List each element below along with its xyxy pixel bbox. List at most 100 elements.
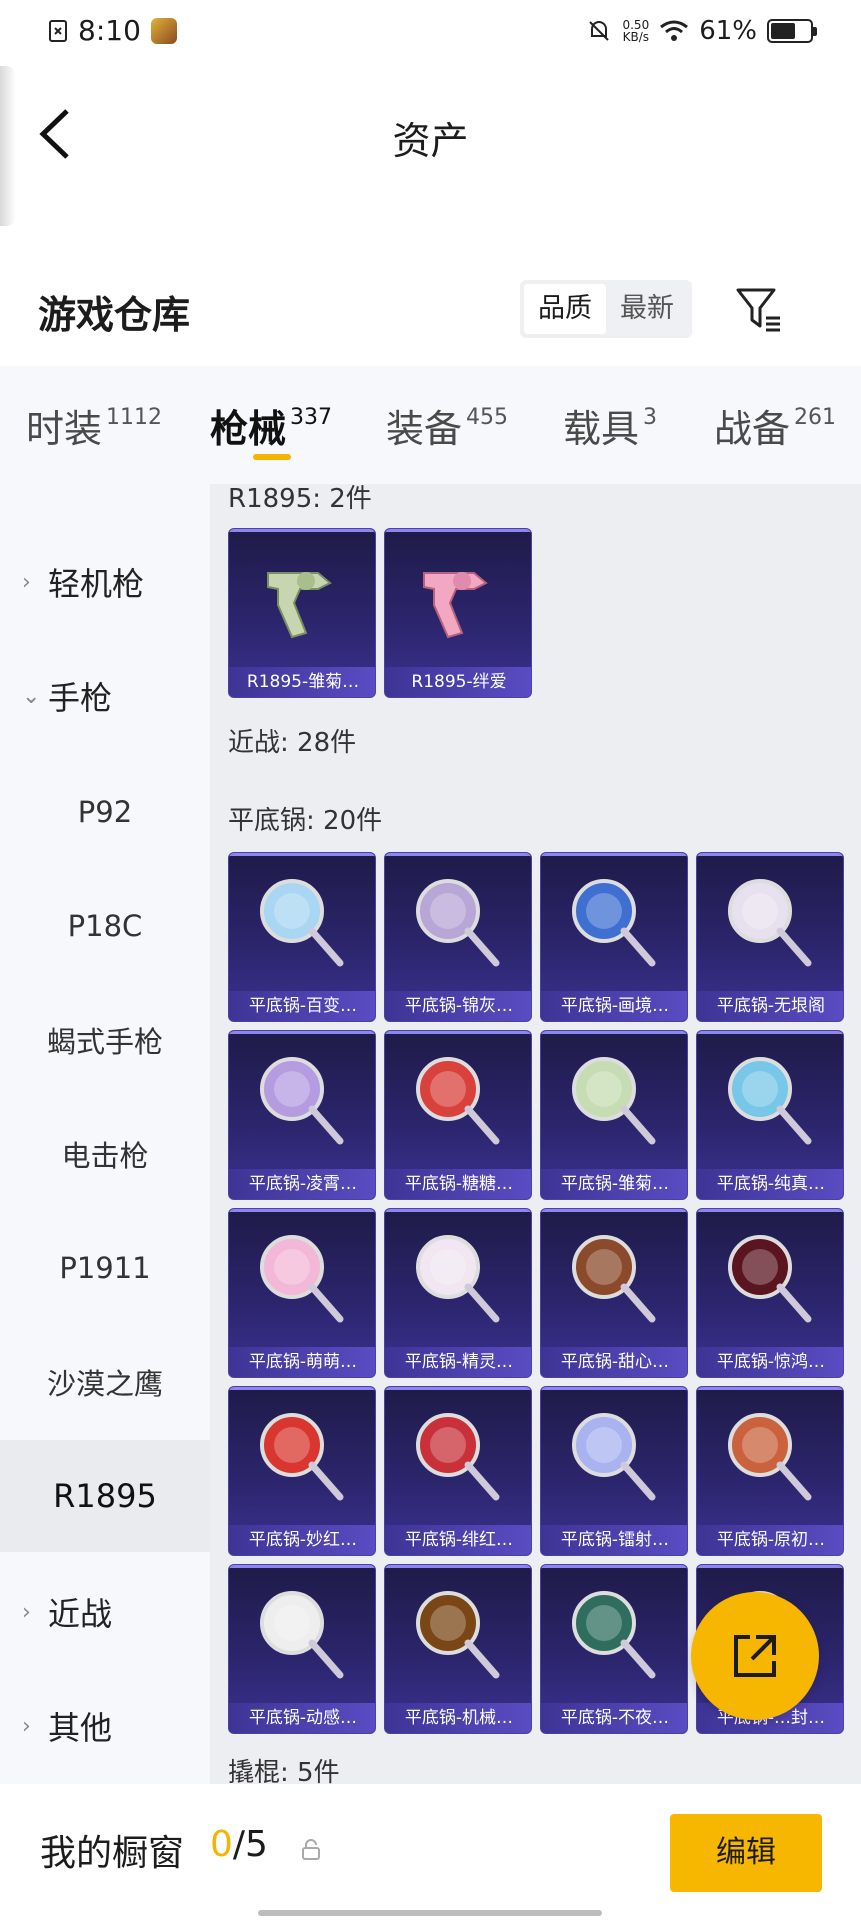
item-name: 平底锅-妙红… xyxy=(229,1525,375,1555)
mute-icon xyxy=(589,21,610,41)
filter-icon xyxy=(736,288,780,332)
item-card[interactable]: 平底锅-机械… xyxy=(384,1564,532,1734)
sidebar-item-p1911[interactable]: P1911 xyxy=(0,1212,210,1324)
tab-vehicles[interactable]: 载具 3 xyxy=(563,398,657,453)
weapon-category-sidebar: › 轻机枪 ⌄ 手枪 P92 P18C 蝎式手枪 电击枪 P1911 沙漠之鹰 R1… xyxy=(0,484,210,1784)
item-grid: R1895: 2件 R1895-雏菊… R1895-绊爱 近战: 28件 平底锅… xyxy=(210,484,861,1784)
item-name: 平底锅-原初… xyxy=(697,1525,843,1555)
tab-fashion[interactable]: 时装 1112 xyxy=(26,398,162,453)
sidebar-item-melee[interactable]: › 近战 xyxy=(0,1556,210,1668)
item-card[interactable]: 平底锅-锦灰… xyxy=(384,852,532,1022)
item-card[interactable]: 平底锅-原初… xyxy=(696,1386,844,1556)
item-card[interactable]: 平底锅-不夜… xyxy=(540,1564,688,1734)
group-label-melee: 近战: 28件 xyxy=(228,728,357,758)
frying-pan-icon xyxy=(697,1209,843,1347)
tab-label: 装备 xyxy=(386,407,463,451)
warehouse-title: 游戏仓库 xyxy=(38,293,191,337)
item-name: 平底锅-惊鸿… xyxy=(697,1347,843,1377)
item-card[interactable]: 平底锅-妙红… xyxy=(228,1386,376,1556)
item-card[interactable]: 平底锅-绯红… xyxy=(384,1386,532,1556)
sort-toggle[interactable]: 品质 最新 xyxy=(520,280,692,338)
page-title: 资产 xyxy=(392,119,469,163)
sidebar-item-lmg[interactable]: › 轻机枪 xyxy=(0,526,210,638)
item-card[interactable]: 平底锅-惊鸿… xyxy=(696,1208,844,1378)
item-card[interactable]: 平底锅-动感… xyxy=(228,1564,376,1734)
chevron-right-icon: › xyxy=(22,569,31,595)
sidebar-item-scorpion[interactable]: 蝎式手枪 xyxy=(0,984,210,1096)
sidebar-item-label: 近战 xyxy=(48,1595,113,1633)
chevron-right-icon: › xyxy=(22,1599,31,1625)
item-name: R1895-绊爱 xyxy=(385,667,531,697)
tab-count: 1112 xyxy=(106,405,163,430)
group-label-crowbar: 撬棍: 5件 xyxy=(228,1758,340,1784)
app-notification-icon xyxy=(150,17,177,44)
sidebar-item-p92[interactable]: P92 xyxy=(0,756,210,868)
sidebar-item-desert-eagle[interactable]: 沙漠之鹰 xyxy=(0,1326,210,1438)
frying-pan-icon xyxy=(385,1565,531,1703)
filter-button[interactable] xyxy=(734,284,784,334)
showcase-total: /5 xyxy=(232,1824,268,1865)
tab-supplies[interactable]: 战备 261 xyxy=(714,398,836,453)
sidebar-item-r1895[interactable]: R1895 xyxy=(0,1440,210,1552)
item-name: 平底锅-萌萌… xyxy=(229,1347,375,1377)
item-name: 平底锅-镭射… xyxy=(541,1525,687,1555)
showcase-current: 0 xyxy=(210,1824,233,1865)
item-name: 平底锅-精灵… xyxy=(385,1347,531,1377)
item-card[interactable]: 平底锅-画境… xyxy=(540,852,688,1022)
item-card[interactable]: 平底锅-萌萌… xyxy=(228,1208,376,1378)
sidebar-item-p18c[interactable]: P18C xyxy=(0,870,210,982)
sidebar-item-other[interactable]: › 其他 xyxy=(0,1670,210,1782)
item-card[interactable]: 平底锅-雏菊… xyxy=(540,1030,688,1200)
item-card[interactable]: 平底锅-糖糖… xyxy=(384,1030,532,1200)
sim-icon xyxy=(49,19,67,42)
sidebar-item-label: 其他 xyxy=(48,1709,113,1747)
net-speed-unit: KB/s xyxy=(622,30,650,44)
showcase-count: 0/5 xyxy=(210,1824,268,1865)
tab-label: 时装 xyxy=(26,407,103,451)
item-card[interactable]: 平底锅-甜心… xyxy=(540,1208,688,1378)
item-card[interactable]: 平底锅-凌霄… xyxy=(228,1030,376,1200)
sort-quality[interactable]: 品质 xyxy=(524,284,606,334)
frying-pan-icon xyxy=(697,1031,843,1169)
frying-pan-icon xyxy=(229,853,375,991)
home-indicator[interactable] xyxy=(258,1910,602,1916)
revolver-icon xyxy=(229,529,375,667)
item-card[interactable]: 平底锅-纯真… xyxy=(696,1030,844,1200)
sidebar-item-stun-gun[interactable]: 电击枪 xyxy=(0,1098,210,1210)
edit-button[interactable]: 编辑 xyxy=(670,1814,822,1892)
sidebar-item-pistol[interactable]: ⌄ 手枪 xyxy=(0,640,210,752)
frying-pan-icon xyxy=(385,853,531,991)
wifi-icon xyxy=(660,20,689,41)
frying-pan-icon xyxy=(697,1387,843,1525)
tab-count: 455 xyxy=(466,405,509,430)
item-card[interactable]: 平底锅-无垠阁 xyxy=(696,852,844,1022)
revolver-icon xyxy=(385,529,531,667)
chevron-down-icon: ⌄ xyxy=(22,683,41,709)
item-name: 平底锅-雏菊… xyxy=(541,1169,687,1199)
item-card[interactable]: 平底锅-百变… xyxy=(228,852,376,1022)
tab-equipment[interactable]: 装备 455 xyxy=(386,398,508,453)
item-name: 平底锅-甜心… xyxy=(541,1347,687,1377)
item-card[interactable]: 平底锅-镭射… xyxy=(540,1386,688,1556)
group-label-r1895: R1895: 2件 xyxy=(228,484,372,514)
frying-pan-icon xyxy=(541,1565,687,1703)
item-name: 平底锅-动感… xyxy=(229,1703,375,1733)
frying-pan-icon xyxy=(229,1565,375,1703)
item-name: 平底锅-糖糖… xyxy=(385,1169,531,1199)
tab-firearms[interactable]: 枪械 337 xyxy=(210,398,332,453)
item-card[interactable]: R1895-绊爱 xyxy=(384,528,532,698)
item-name: 平底锅-画境… xyxy=(541,991,687,1021)
group-label-pan: 平底锅: 20件 xyxy=(228,806,383,836)
item-card[interactable]: 平底锅-精灵… xyxy=(384,1208,532,1378)
item-name: 平底锅-不夜… xyxy=(541,1703,687,1733)
frying-pan-icon xyxy=(229,1031,375,1169)
frying-pan-icon xyxy=(229,1387,375,1525)
share-button[interactable] xyxy=(691,1592,819,1720)
item-name: 平底锅-机械… xyxy=(385,1703,531,1733)
sort-newest[interactable]: 最新 xyxy=(606,284,688,334)
item-name: 平底锅-锦灰… xyxy=(385,991,531,1021)
tab-count: 337 xyxy=(290,405,333,430)
item-card[interactable]: R1895-雏菊… xyxy=(228,528,376,698)
item-name: 平底锅-纯真… xyxy=(697,1169,843,1199)
tab-label: 战备 xyxy=(714,407,791,451)
